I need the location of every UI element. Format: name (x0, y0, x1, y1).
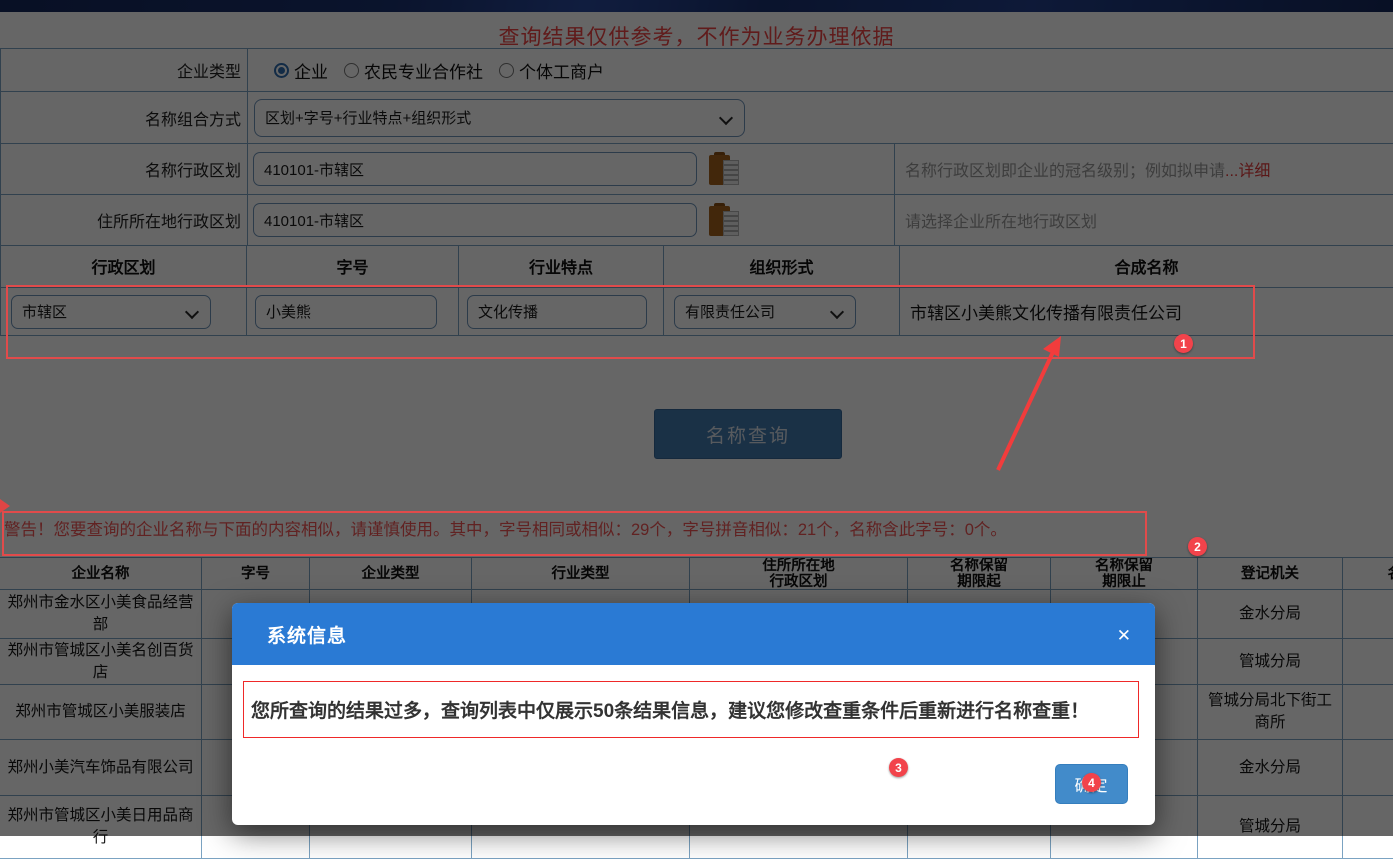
dialog-header: 系统信息 (232, 603, 1155, 665)
annotation-box-warning (2, 511, 1147, 556)
dialog-title: 系统信息 (267, 621, 347, 648)
close-icon[interactable]: ✕ (1117, 627, 1131, 644)
left-pointer-icon (0, 499, 10, 513)
dialog-message: 您所查询的结果过多，查询列表中仅展示50条结果信息，建议您修改查重条件后重新进行… (251, 696, 1089, 723)
annotation-marker-1: 1 (1174, 334, 1193, 353)
system-info-dialog: 系统信息 ✕ 您所查询的结果过多，查询列表中仅展示50条结果信息，建议您修改查重… (232, 603, 1155, 825)
annotation-arrow (985, 328, 1075, 478)
annotation-marker-3: 3 (889, 758, 908, 777)
annotation-marker-2: 2 (1188, 537, 1207, 556)
dialog-message-box: 您所查询的结果过多，查询列表中仅展示50条结果信息，建议您修改查重条件后重新进行… (243, 681, 1139, 738)
annotation-marker-4: 4 (1082, 773, 1101, 792)
